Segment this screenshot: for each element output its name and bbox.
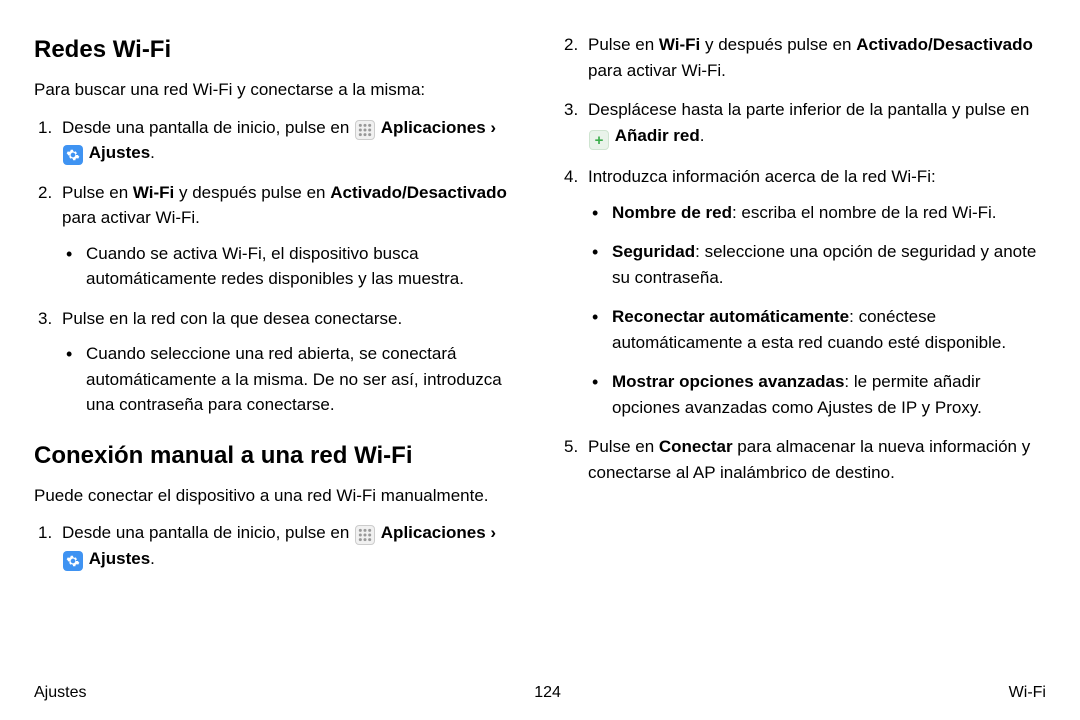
step-2: 2. Pulse en Wi-Fi y después pulse en Act…: [560, 32, 1046, 83]
wifi-label: Wi-Fi: [133, 183, 174, 202]
conectar-label: Conectar: [659, 437, 733, 456]
step-text: Introduzca información acerca de la red …: [588, 167, 936, 186]
apps-icon: [355, 120, 375, 140]
step-number: 1.: [38, 520, 52, 546]
wifi-label: Wi-Fi: [659, 35, 700, 54]
step-4: 4. Introduzca información acerca de la r…: [560, 164, 1046, 420]
left-column: Redes Wi-Fi Para buscar una red Wi-Fi y …: [34, 32, 520, 672]
sub-bullets: Cuando se activa Wi-Fi, el dispositivo b…: [62, 241, 520, 292]
step-text: Pulse en: [588, 437, 659, 456]
bullet-reconectar: Reconectar automáticamente: conéctese au…: [588, 304, 1046, 355]
step-end: .: [150, 143, 155, 162]
bullet-nombre-red: Nombre de red: escriba el nombre de la r…: [588, 200, 1046, 226]
bullet-opciones-avanzadas: Mostrar opciones avanzadas: le permite a…: [588, 369, 1046, 420]
intro-redes: Para buscar una red Wi-Fi y conectarse a…: [34, 78, 520, 103]
step-text: Pulse en: [588, 35, 659, 54]
bullet-seguridad: Seguridad: seleccione una opción de segu…: [588, 239, 1046, 290]
step-text: para activar Wi-Fi.: [588, 61, 726, 80]
steps-manual-right: 2. Pulse en Wi-Fi y después pulse en Act…: [560, 32, 1046, 485]
field-label: Nombre de red: [612, 203, 732, 222]
footer-page-number: 124: [534, 684, 561, 702]
step-end: .: [150, 549, 155, 568]
gear-icon: [63, 551, 83, 571]
step-text: Desde una pantalla de inicio, pulse en: [62, 118, 354, 137]
right-column: 2. Pulse en Wi-Fi y después pulse en Act…: [560, 32, 1046, 672]
step-5: 5. Pulse en Conectar para almacenar la n…: [560, 434, 1046, 485]
step-3: 3. Desplácese hasta la parte inferior de…: [560, 97, 1046, 150]
bullet-item: Cuando seleccione una red abierta, se co…: [62, 341, 520, 418]
apps-label: Aplicaciones: [381, 118, 486, 137]
step-text: y después pulse en: [174, 183, 330, 202]
step-3: 3. Pulse en la red con la que desea cone…: [34, 306, 520, 418]
heading-redes-wifi: Redes Wi-Fi: [34, 36, 520, 64]
apps-icon: [355, 525, 375, 545]
step-2: 2. Pulse en Wi-Fi y después pulse en Act…: [34, 180, 520, 292]
gear-icon: [63, 145, 83, 165]
steps-manual-left: 1. Desde una pantalla de inicio, pulse e…: [34, 520, 520, 571]
step-text: Desplácese hasta la parte inferior de la…: [588, 100, 1029, 119]
steps-redes: 1. Desde una pantalla de inicio, pulse e…: [34, 115, 520, 418]
field-label: Reconectar automáticamente: [612, 307, 849, 326]
field-desc: : escriba el nombre de la red Wi-Fi.: [732, 203, 997, 222]
two-column-layout: Redes Wi-Fi Para buscar una red Wi-Fi y …: [34, 32, 1046, 672]
step-text: para activar Wi-Fi.: [62, 208, 200, 227]
step-1: 1. Desde una pantalla de inicio, pulse e…: [34, 115, 520, 166]
apps-label: Aplicaciones: [381, 523, 486, 542]
ajustes-label: Ajustes: [89, 549, 150, 568]
field-bullets: Nombre de red: escriba el nombre de la r…: [588, 200, 1046, 421]
step-number: 3.: [564, 97, 578, 123]
step-number: 4.: [564, 164, 578, 190]
field-label: Mostrar opciones avanzadas: [612, 372, 844, 391]
step-1: 1. Desde una pantalla de inicio, pulse e…: [34, 520, 520, 571]
plus-icon: +: [589, 130, 609, 150]
step-number: 2.: [564, 32, 578, 58]
step-number: 5.: [564, 434, 578, 460]
step-end: .: [700, 126, 705, 145]
sub-bullets: Cuando seleccione una red abierta, se co…: [62, 341, 520, 418]
step-number: 1.: [38, 115, 52, 141]
step-text: Desde una pantalla de inicio, pulse en: [62, 523, 354, 542]
ajustes-label: Ajustes: [89, 143, 150, 162]
heading-conexion-manual: Conexión manual a una red Wi-Fi: [34, 442, 520, 470]
page-footer: Ajustes 124 Wi-Fi: [34, 684, 1046, 702]
step-number: 2.: [38, 180, 52, 206]
footer-left: Ajustes: [34, 684, 86, 702]
nav-separator: ›: [486, 118, 496, 137]
step-text: Pulse en la red con la que desea conecta…: [62, 309, 402, 328]
add-network-label: Añadir red: [615, 126, 700, 145]
bullet-item: Cuando se activa Wi-Fi, el dispositivo b…: [62, 241, 520, 292]
toggle-label: Activado/Desactivado: [330, 183, 507, 202]
footer-right: Wi-Fi: [1009, 684, 1046, 702]
toggle-label: Activado/Desactivado: [856, 35, 1033, 54]
field-label: Seguridad: [612, 242, 695, 261]
intro-manual: Puede conectar el dispositivo a una red …: [34, 484, 520, 509]
step-text: Pulse en: [62, 183, 133, 202]
nav-separator: ›: [486, 523, 496, 542]
step-number: 3.: [38, 306, 52, 332]
step-text: y después pulse en: [700, 35, 856, 54]
